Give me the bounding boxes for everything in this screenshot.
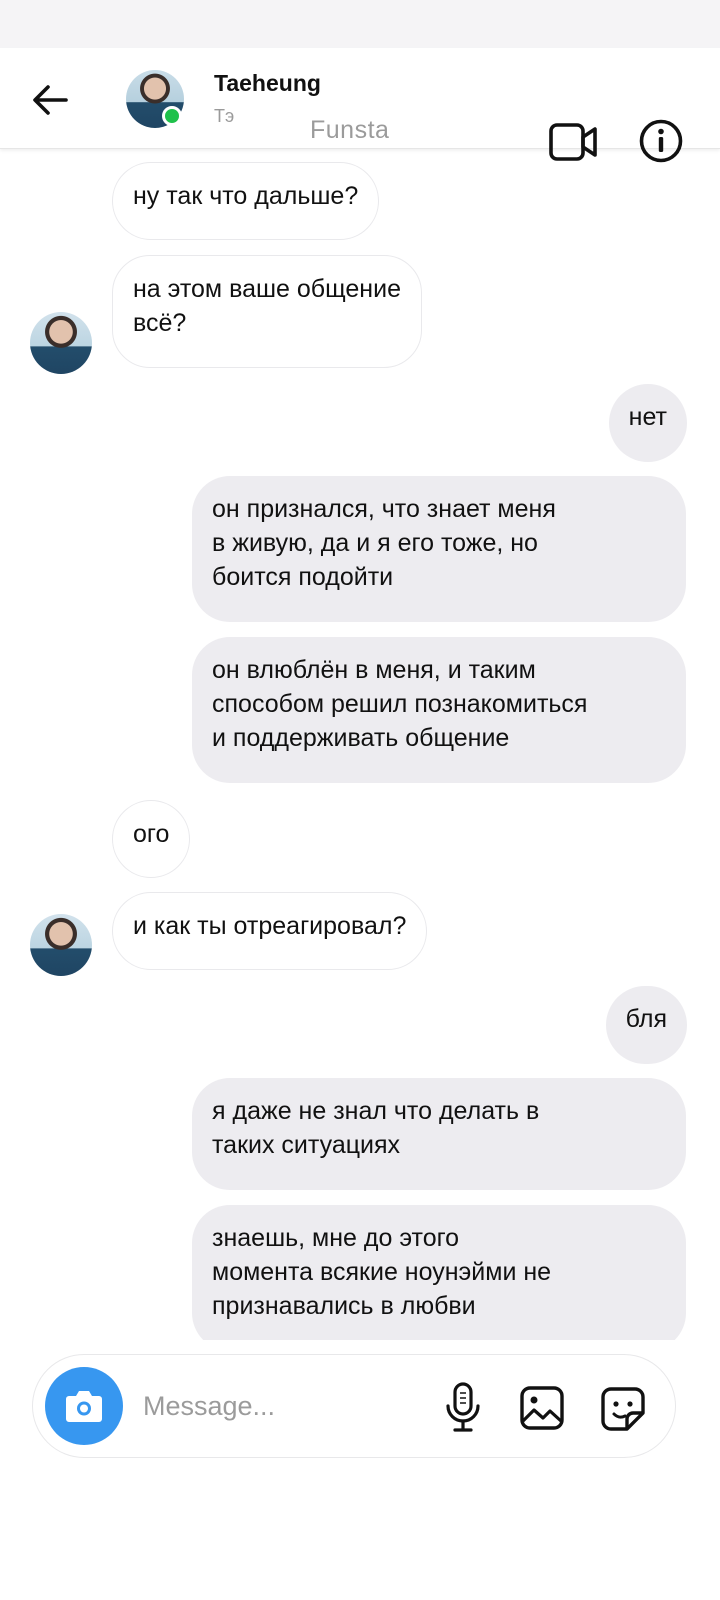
watermark: Funsta [310, 116, 390, 144]
message-bubble-outgoing[interactable]: он признался, что знает меня в живую, да… [192, 476, 686, 622]
sticker-button[interactable] [599, 1385, 647, 1433]
sticker-icon [601, 1387, 645, 1431]
online-status-dot [162, 106, 182, 126]
message-bubble-outgoing[interactable]: я даже не знал что делать в таких ситуац… [192, 1078, 686, 1190]
voice-message-button[interactable] [443, 1381, 483, 1433]
message-bubble-incoming[interactable]: на этом ваше общение всё? [112, 255, 422, 368]
gallery-button[interactable] [519, 1385, 565, 1431]
message-thread: ну так что дальше? на этом ваше общение … [0, 150, 720, 1340]
camera-icon [66, 1391, 102, 1422]
camera-button[interactable] [45, 1367, 123, 1445]
microphone-icon [446, 1382, 480, 1432]
message-bubble-outgoing[interactable]: он влюблён в меня, и таким способом реши… [192, 637, 686, 783]
sender-avatar[interactable] [30, 914, 92, 976]
message-bubble-outgoing[interactable]: нет [608, 384, 687, 462]
message-bubble-incoming[interactable]: ого [112, 800, 191, 878]
message-bubble-outgoing[interactable]: бля [605, 986, 687, 1064]
message-bubble-outgoing[interactable]: знаешь, мне до этого момента всякие ноун… [192, 1205, 686, 1340]
arrow-left-icon [33, 85, 68, 115]
message-composer [32, 1354, 676, 1458]
back-button[interactable] [28, 78, 72, 122]
contact-subtitle: Тэ [214, 106, 235, 126]
image-icon [520, 1386, 564, 1430]
message-bubble-incoming[interactable]: ну так что дальше? [112, 162, 380, 240]
contact-name[interactable]: Taeheung [214, 70, 321, 97]
status-bar [0, 0, 720, 48]
message-input[interactable] [141, 1383, 425, 1429]
sender-avatar[interactable] [30, 312, 92, 374]
message-bubble-incoming[interactable]: и как ты отреагировал? [112, 892, 428, 970]
